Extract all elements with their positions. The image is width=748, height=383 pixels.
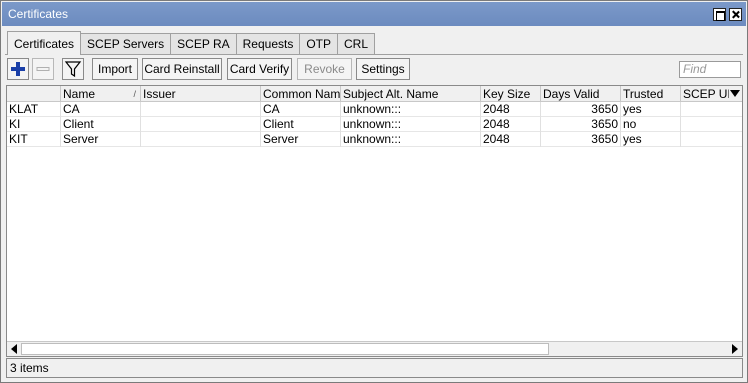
certificates-table: Name / Issuer Common Name Subject Alt. N… [6, 85, 743, 357]
tab-bar: Certificates SCEP Servers SCEP RA Reques… [7, 31, 376, 55]
title-buttons [713, 8, 742, 21]
row-issuer [141, 132, 261, 147]
row-issuer [141, 102, 261, 117]
row-name: Client [61, 117, 141, 132]
column-header-scep-url[interactable]: SCEP UR [681, 86, 729, 102]
row-subject-alt-name: unknown::: [341, 102, 481, 117]
row-flags: KI [7, 117, 61, 132]
column-header-days-valid[interactable]: Days Valid [541, 86, 621, 102]
row-trusted: yes [621, 132, 681, 147]
tab-divider [5, 54, 743, 55]
table-row[interactable]: KI Client Client unknown::: 2048 3650 no [7, 117, 742, 132]
column-header-common-name[interactable]: Common Name [261, 86, 341, 102]
column-header-subject-alt-name[interactable]: Subject Alt. Name [341, 86, 481, 102]
settings-button[interactable]: Settings [356, 58, 410, 80]
find-input[interactable]: Find [679, 61, 741, 78]
import-button[interactable]: Import [92, 58, 138, 80]
row-subject-alt-name: unknown::: [341, 132, 481, 147]
minus-icon [36, 67, 50, 71]
row-trusted: yes [621, 102, 681, 117]
row-days-valid: 3650 [541, 132, 621, 147]
title-bar[interactable]: Certificates [2, 2, 746, 26]
card-reinstall-button[interactable]: Card Reinstall [142, 58, 222, 80]
maximize-icon[interactable] [713, 8, 726, 21]
revoke-button[interactable]: Revoke [297, 58, 352, 80]
tab-requests[interactable]: Requests [235, 33, 301, 55]
row-days-valid: 3650 [541, 102, 621, 117]
close-icon[interactable] [729, 8, 742, 21]
tab-scep-ra[interactable]: SCEP RA [170, 33, 237, 55]
plus-icon [11, 62, 25, 76]
item-count: 3 items [10, 361, 49, 375]
tab-otp[interactable]: OTP [299, 33, 339, 55]
remove-button[interactable] [32, 58, 54, 80]
table-row[interactable]: KLAT CA CA unknown::: 2048 3650 yes [7, 102, 742, 117]
row-common-name: Client [261, 117, 341, 132]
horizontal-scrollbar[interactable] [7, 341, 742, 356]
row-issuer [141, 117, 261, 132]
row-flags: KIT [7, 132, 61, 147]
scrollbar-thumb[interactable] [21, 343, 549, 355]
scroll-right-icon[interactable] [732, 344, 738, 354]
column-header-flags[interactable] [7, 86, 61, 102]
row-scep-url [681, 117, 742, 132]
row-subject-alt-name: unknown::: [341, 117, 481, 132]
add-button[interactable] [7, 58, 29, 80]
column-header-key-size[interactable]: Key Size [481, 86, 541, 102]
row-trusted: no [621, 117, 681, 132]
status-bar: 3 items [6, 358, 743, 378]
window-title: Certificates [8, 7, 69, 21]
table-header: Name / Issuer Common Name Subject Alt. N… [7, 86, 742, 102]
column-menu-chevron-down-icon[interactable] [730, 90, 740, 97]
row-key-size: 2048 [481, 132, 541, 147]
filter-icon [64, 61, 82, 78]
row-days-valid: 3650 [541, 117, 621, 132]
scroll-left-icon[interactable] [11, 344, 17, 354]
row-name: Server [61, 132, 141, 147]
row-key-size: 2048 [481, 102, 541, 117]
card-verify-button[interactable]: Card Verify [227, 58, 292, 80]
column-header-issuer[interactable]: Issuer [141, 86, 261, 102]
tab-crl[interactable]: CRL [337, 33, 376, 55]
filter-button[interactable] [62, 58, 84, 80]
table-row[interactable]: KIT Server Server unknown::: 2048 3650 y… [7, 132, 742, 147]
column-header-name[interactable]: Name / [61, 86, 141, 102]
tab-scep-servers[interactable]: SCEP Servers [80, 33, 172, 55]
certificates-window: Certificates Certificates SCEP Servers S… [0, 0, 748, 383]
row-scep-url [681, 132, 742, 147]
toolbar: Import Card Reinstall Card Verify Revoke… [7, 58, 741, 82]
row-common-name: CA [261, 102, 341, 117]
row-scep-url [681, 102, 742, 117]
tab-certificates[interactable]: Certificates [7, 31, 82, 55]
row-common-name: Server [261, 132, 341, 147]
row-key-size: 2048 [481, 117, 541, 132]
row-flags: KLAT [7, 102, 61, 117]
sort-indicator-icon: / [133, 89, 136, 99]
row-name: CA [61, 102, 141, 117]
column-header-trusted[interactable]: Trusted [621, 86, 681, 102]
